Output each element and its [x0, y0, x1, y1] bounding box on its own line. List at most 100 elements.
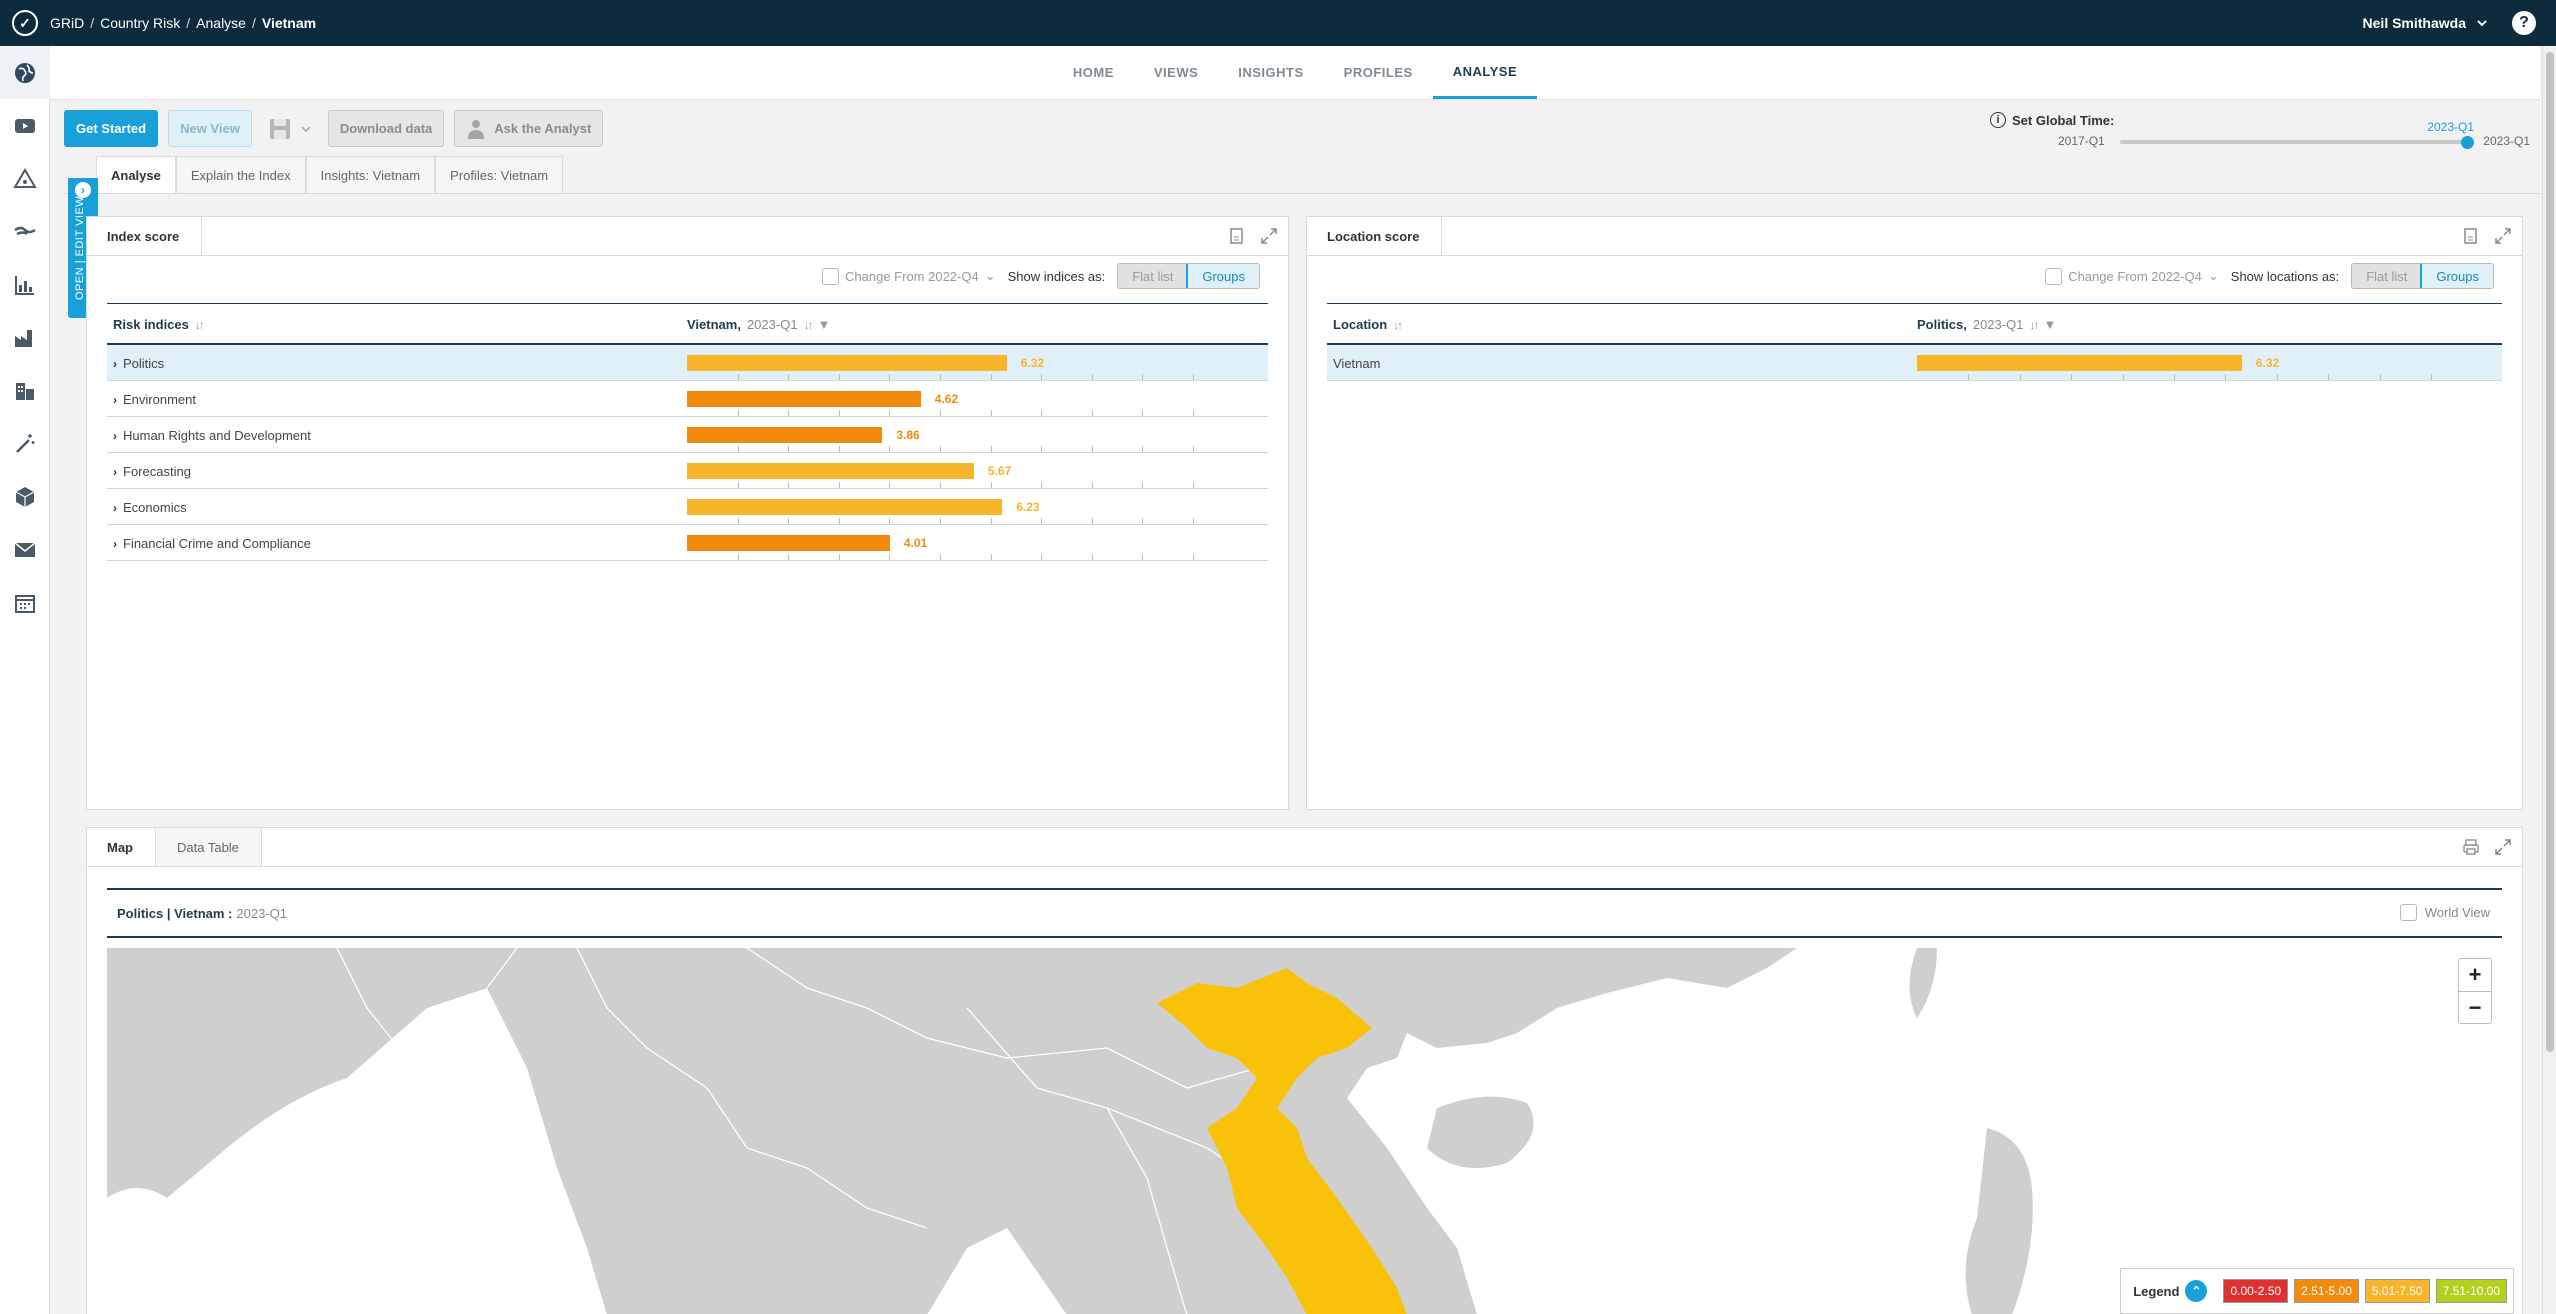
table-row[interactable]: Vietnam 6.32 [1327, 345, 2502, 381]
table-row[interactable]: › Financial Crime and Compliance 4.01 [107, 525, 1268, 561]
time-slider-track[interactable] [2120, 140, 2468, 144]
row-name[interactable]: › Economics [113, 500, 187, 515]
table-row[interactable]: › Forecasting 5.67 [107, 453, 1268, 489]
export-icon[interactable] [1228, 227, 1246, 245]
world-view-checkbox[interactable] [2399, 904, 2417, 921]
groups-button[interactable]: Groups [1186, 264, 1260, 288]
subtab-explain-index[interactable]: Explain the Index [175, 156, 306, 194]
chevron-right-icon[interactable]: › [113, 537, 117, 551]
sort-icon[interactable]: ↓↑ [804, 318, 814, 332]
grid-logo[interactable]: ✓ [0, 0, 50, 46]
flat-list-button[interactable]: Flat list [1118, 264, 1188, 288]
ask-analyst-button[interactable]: Ask the Analyst [454, 110, 604, 147]
sort-icon[interactable]: ↓↑ [1393, 318, 1403, 332]
warning-icon[interactable] [0, 152, 50, 205]
video-icon[interactable] [0, 99, 50, 152]
chevron-right-icon[interactable]: › [113, 357, 117, 371]
score-bar[interactable] [687, 391, 921, 407]
expand-icon[interactable] [2494, 838, 2512, 856]
location-score-tab[interactable]: Location score [1307, 217, 1443, 255]
col-location[interactable]: Location ↓↑ [1333, 317, 1403, 332]
new-view-button[interactable]: New View [168, 110, 252, 147]
zoom-in-button[interactable]: + [2459, 959, 2491, 991]
zoom-out-button[interactable]: − [2459, 991, 2491, 1023]
score-bar[interactable] [687, 355, 1007, 371]
chart-icon[interactable] [0, 258, 50, 311]
filter-icon[interactable]: ▼ [2043, 317, 2056, 332]
groups-button[interactable]: Groups [2420, 264, 2494, 288]
subtab-profiles-vietnam[interactable]: Profiles: Vietnam [435, 156, 564, 194]
map-svg[interactable] [107, 948, 2514, 1314]
col-politics[interactable]: Politics, 2023-Q1 ↓↑ ▼ [1917, 317, 2056, 332]
cube-icon[interactable] [0, 470, 50, 523]
time-slider-handle[interactable] [2461, 136, 2474, 149]
score-bar[interactable] [1917, 355, 2242, 371]
scrollbar-thumb[interactable] [2546, 52, 2554, 1052]
tab-map[interactable]: Map [87, 828, 156, 866]
filter-icon[interactable]: ▼ [818, 317, 831, 332]
map-canvas[interactable]: + − Legend ⌃ 0.00-2.50 2.51-5.00 5.01-7.… [107, 948, 2514, 1314]
breadcrumb-grid[interactable]: GRiD [50, 15, 84, 31]
col-risk-indices[interactable]: Risk indices ↓↑ [113, 317, 205, 332]
tab-analyse[interactable]: ANALYSE [1432, 46, 1538, 99]
row-name[interactable]: › Human Rights and Development [113, 428, 311, 443]
change-from-control[interactable]: Change From 2022-Q4 ⌄ [822, 267, 996, 285]
world-view-toggle[interactable]: World View [2399, 904, 2490, 921]
page-scrollbar[interactable] [2542, 46, 2556, 1314]
wand-icon[interactable] [0, 417, 50, 470]
change-from-control[interactable]: Change From 2022-Q4 ⌄ [2045, 267, 2219, 285]
row-name[interactable]: › Forecasting [113, 464, 191, 479]
tab-home[interactable]: HOME [1053, 46, 1134, 99]
print-icon[interactable] [2462, 838, 2480, 856]
score-bar[interactable] [687, 463, 974, 479]
score-bar[interactable] [687, 535, 890, 551]
user-menu[interactable]: Neil Smithawda [2363, 0, 2488, 46]
col-vietnam[interactable]: Vietnam, 2023-Q1 ↓↑ ▼ [687, 317, 830, 332]
mail-icon[interactable] [0, 523, 50, 576]
factory-icon[interactable] [0, 311, 50, 364]
chevron-right-icon[interactable]: › [113, 393, 117, 407]
change-from-checkbox[interactable] [2045, 267, 2063, 285]
table-row[interactable]: › Human Rights and Development 3.86 [107, 417, 1268, 453]
change-from-checkbox[interactable] [822, 267, 840, 285]
score-bar[interactable] [687, 499, 1003, 515]
row-name[interactable]: › Politics [113, 356, 164, 371]
chevron-right-icon[interactable]: › [113, 501, 117, 515]
row-name[interactable]: › Environment [113, 392, 196, 407]
expand-icon[interactable] [2494, 227, 2512, 245]
breadcrumb-analyse[interactable]: Analyse [196, 15, 246, 31]
get-started-button[interactable]: Get Started [64, 110, 159, 147]
tab-views[interactable]: VIEWS [1134, 46, 1218, 99]
info-icon[interactable]: i [1990, 112, 2006, 128]
help-icon[interactable]: ? [2512, 11, 2536, 35]
subtab-insights-vietnam[interactable]: Insights: Vietnam [305, 156, 436, 194]
index-score-tab[interactable]: Index score [87, 217, 203, 255]
tab-insights[interactable]: INSIGHTS [1218, 46, 1323, 99]
table-row[interactable]: › Politics 6.32 [107, 345, 1268, 381]
legend-swatch-3: 5.01-7.50 [2364, 1279, 2430, 1303]
row-name[interactable]: › Financial Crime and Compliance [113, 536, 311, 551]
subtab-analyse[interactable]: Analyse [96, 156, 176, 194]
calendar-icon[interactable] [0, 576, 50, 629]
chevron-right-icon[interactable]: › [113, 429, 117, 443]
export-icon[interactable] [2462, 227, 2480, 245]
table-row[interactable]: › Economics 6.23 [107, 489, 1268, 525]
globe-icon[interactable] [0, 46, 50, 99]
chevron-up-icon[interactable]: ⌃ [2185, 1280, 2208, 1302]
save-dropdown-button[interactable] [262, 110, 318, 147]
row-name[interactable]: Vietnam [1333, 356, 1380, 371]
handshake-icon[interactable] [0, 205, 50, 258]
buildings-icon[interactable] [0, 364, 50, 417]
table-row[interactable]: › Environment 4.62 [107, 381, 1268, 417]
sort-icon[interactable]: ↓↑ [195, 318, 205, 332]
download-data-button[interactable]: Download data [327, 110, 445, 147]
tab-profiles[interactable]: PROFILES [1324, 46, 1433, 99]
breadcrumb-country-risk[interactable]: Country Risk [100, 15, 180, 31]
tab-data-table[interactable]: Data Table [157, 828, 262, 866]
bar-axis-tick [1193, 554, 1194, 560]
chevron-right-icon[interactable]: › [113, 465, 117, 479]
sort-icon[interactable]: ↓↑ [2029, 318, 2039, 332]
flat-list-button[interactable]: Flat list [2352, 264, 2422, 288]
expand-icon[interactable] [1260, 227, 1278, 245]
score-bar[interactable] [687, 427, 883, 443]
